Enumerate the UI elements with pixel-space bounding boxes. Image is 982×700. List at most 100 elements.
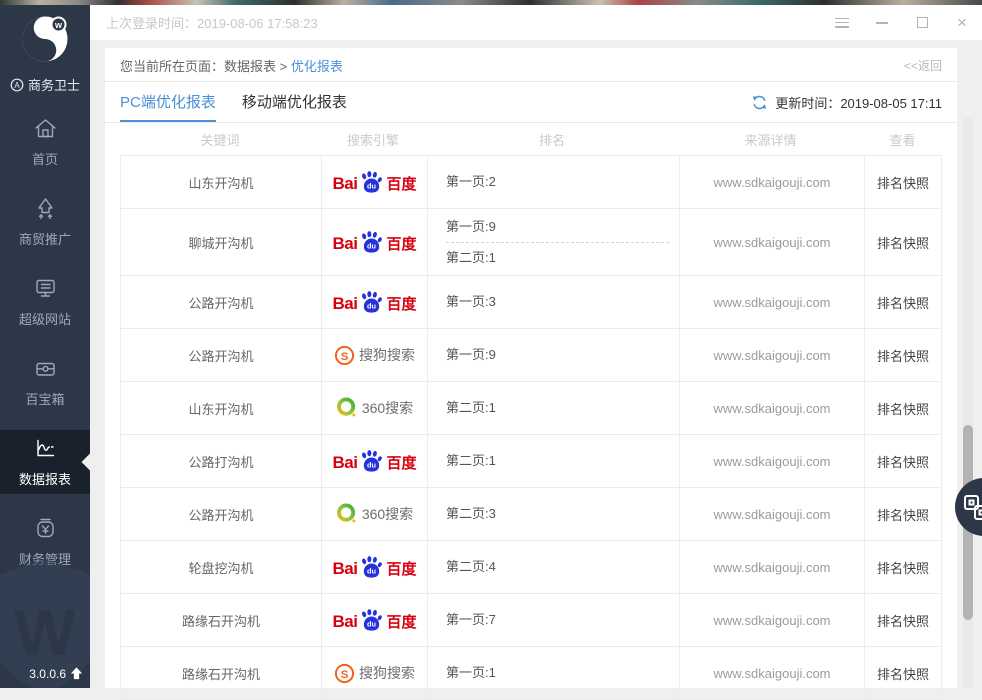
table-row: 山东开沟机 Bai du 百度 第一页:2 www.sdkaigouji.com…: [120, 156, 942, 209]
rank-value: 第一页:7: [446, 611, 496, 629]
engine-cell: Bai du 百度: [321, 594, 427, 646]
baidu-paw-icon: du: [358, 170, 385, 195]
brand-row: A 商务卫士: [10, 75, 80, 94]
sidebar-item-label: 商贸推广: [19, 229, 71, 248]
report-panel: 您当前所在页面：数据报表 > 优化报表 <<返回 PC端优化报表 移动端优化报表: [105, 48, 957, 688]
rank-snapshot-link[interactable]: 排名快照: [864, 488, 941, 540]
col-header-engine: 搜索引擎: [320, 130, 426, 149]
rank-snapshot-link[interactable]: 排名快照: [864, 329, 941, 381]
sogou-logo: S 搜狗搜索: [334, 345, 415, 366]
sidebar-item-label: 财务管理: [19, 549, 71, 568]
baidu-logo: Bai du 百度: [333, 290, 417, 315]
main-area: 上次登录时间：2019-08-06 17:58:23 × 您当前所在页面：数据报: [90, 5, 982, 688]
sidebar-item-toolbox[interactable]: 百宝箱: [0, 350, 90, 414]
source-url: www.sdkaigouji.com: [679, 329, 864, 381]
svg-text:du: du: [367, 181, 376, 190]
source-url: www.sdkaigouji.com: [679, 435, 864, 487]
sidebar-item-promotion[interactable]: 商贸推广: [0, 190, 90, 254]
version-update-button[interactable]: 3.0.0.6: [29, 666, 84, 681]
minimize-button[interactable]: [862, 5, 902, 40]
breadcrumb-current[interactable]: 优化报表: [291, 59, 343, 74]
maximize-button[interactable]: [902, 5, 942, 40]
rank-cell: 第一页:2: [427, 156, 679, 208]
keyword-cell: 公路打沟机: [121, 435, 321, 487]
source-url: www.sdkaigouji.com: [679, 209, 864, 275]
version-label: 3.0.0.6: [29, 667, 66, 681]
tab-mobile-report[interactable]: 移动端优化报表: [242, 82, 347, 122]
sidebar-item-home[interactable]: 首页: [0, 110, 90, 174]
rank-cell: 第二页:4: [427, 541, 679, 593]
tab-pc-report[interactable]: PC端优化报表: [120, 82, 216, 122]
keyword-cell: 路缘石开沟机: [121, 647, 321, 699]
rank-snapshot-link[interactable]: 排名快照: [864, 541, 941, 593]
keyword-cell: 公路开沟机: [121, 488, 321, 540]
engine-cell: Bai du 百度: [321, 276, 427, 328]
rank-value: 第二页:1: [446, 399, 496, 417]
rank-cell: 第一页:9: [427, 329, 679, 381]
rank-snapshot-link[interactable]: 排名快照: [864, 276, 941, 328]
rank-snapshot-link[interactable]: 排名快照: [864, 594, 941, 646]
rank-snapshot-link[interactable]: 排名快照: [864, 209, 941, 275]
scrollbar-track[interactable]: [963, 118, 973, 688]
table-body: 山东开沟机 Bai du 百度 第一页:2 www.sdkaigouji.com…: [120, 155, 942, 700]
baidu-paw-icon: du: [358, 608, 385, 633]
keyword-cell: 聊城开沟机: [121, 209, 321, 275]
engine-cell: S 搜狗搜索: [321, 329, 427, 381]
update-arrow-icon: [69, 666, 84, 681]
source-url: www.sdkaigouji.com: [679, 382, 864, 434]
rank-cell: 第一页:3: [427, 276, 679, 328]
keyword-cell: 山东开沟机: [121, 156, 321, 208]
rank-cell: 第一页:1: [427, 647, 679, 699]
rank-value: 第一页:9: [446, 346, 496, 364]
promotion-arrow-icon: [32, 196, 59, 222]
refresh-button[interactable]: [751, 94, 768, 111]
sidebar-item-website[interactable]: 超级网站: [0, 270, 90, 334]
chart-report-icon: [32, 436, 59, 462]
baidu-paw-icon: du: [358, 449, 385, 474]
update-time-row: 更新时间：2019-08-05 17:11: [751, 82, 942, 122]
svg-text:A: A: [14, 81, 20, 90]
breadcrumb-section: 数据报表: [224, 59, 276, 74]
home-icon: [32, 116, 59, 142]
qr-code-icon: [963, 494, 982, 521]
tab-bar: PC端优化报表 移动端优化报表 更新时间：2019-08-05 17:11: [105, 82, 957, 123]
maximize-icon: [917, 17, 928, 28]
table-row: 公路开沟机 S 搜狗搜索 第一页:9 www.sdkaigouji.com 排名…: [120, 329, 942, 382]
rank-snapshot-link[interactable]: 排名快照: [864, 647, 941, 699]
rank-cell: 第二页:1: [427, 382, 679, 434]
close-button[interactable]: ×: [942, 5, 982, 40]
sidebar-item-finance[interactable]: 财务管理: [0, 510, 90, 574]
360-logo: 360搜索: [336, 397, 413, 419]
window-menu-button[interactable]: [822, 5, 862, 40]
col-header-keyword: 关键词: [120, 130, 320, 149]
rank-snapshot-link[interactable]: 排名快照: [864, 382, 941, 434]
rank-value: 第一页:1: [446, 664, 496, 682]
content-area: 您当前所在页面：数据报表 > 优化报表 <<返回 PC端优化报表 移动端优化报表: [90, 40, 982, 688]
app-window: w A 商务卫士 首页: [0, 5, 982, 688]
rank-snapshot-link[interactable]: 排名快照: [864, 435, 941, 487]
rank-value: 第一页:2: [446, 173, 496, 191]
engine-cell: 360搜索: [321, 488, 427, 540]
table-row: 路缘石开沟机 S 搜狗搜索 第一页:1 www.sdkaigouji.com 排…: [120, 647, 942, 700]
col-header-source: 来源详情: [678, 130, 863, 149]
360-icon: [336, 397, 358, 419]
rank-value: 第一页:9: [446, 218, 496, 236]
hamburger-icon: [835, 18, 849, 28]
sidebar: w A 商务卫士 首页: [0, 5, 90, 688]
back-link[interactable]: <<返回: [904, 57, 942, 74]
sogou-logo: S 搜狗搜索: [334, 663, 415, 684]
brand-name: 商务卫士: [28, 75, 80, 94]
rank-snapshot-link[interactable]: 排名快照: [864, 156, 941, 208]
baidu-logo: Bai du 百度: [333, 170, 417, 195]
engine-cell: Bai du 百度: [321, 435, 427, 487]
col-header-view: 查看: [863, 130, 942, 149]
sidebar-item-report[interactable]: 数据报表: [0, 430, 90, 494]
baidu-logo: Bai du 百度: [333, 449, 417, 474]
source-url: www.sdkaigouji.com: [679, 276, 864, 328]
svg-text:w: w: [54, 20, 63, 30]
table-header: 关键词 搜索引擎 排名 来源详情 查看: [120, 123, 942, 155]
keyword-cell: 公路开沟机: [121, 329, 321, 381]
engine-cell: S 搜狗搜索: [321, 647, 427, 699]
table-row: 公路打沟机 Bai du 百度 第二页:1 www.sdkaigouji.com…: [120, 435, 942, 488]
table-row: 聊城开沟机 Bai du 百度 第一页:9第二页:1 www.sdkaigouj…: [120, 209, 942, 276]
